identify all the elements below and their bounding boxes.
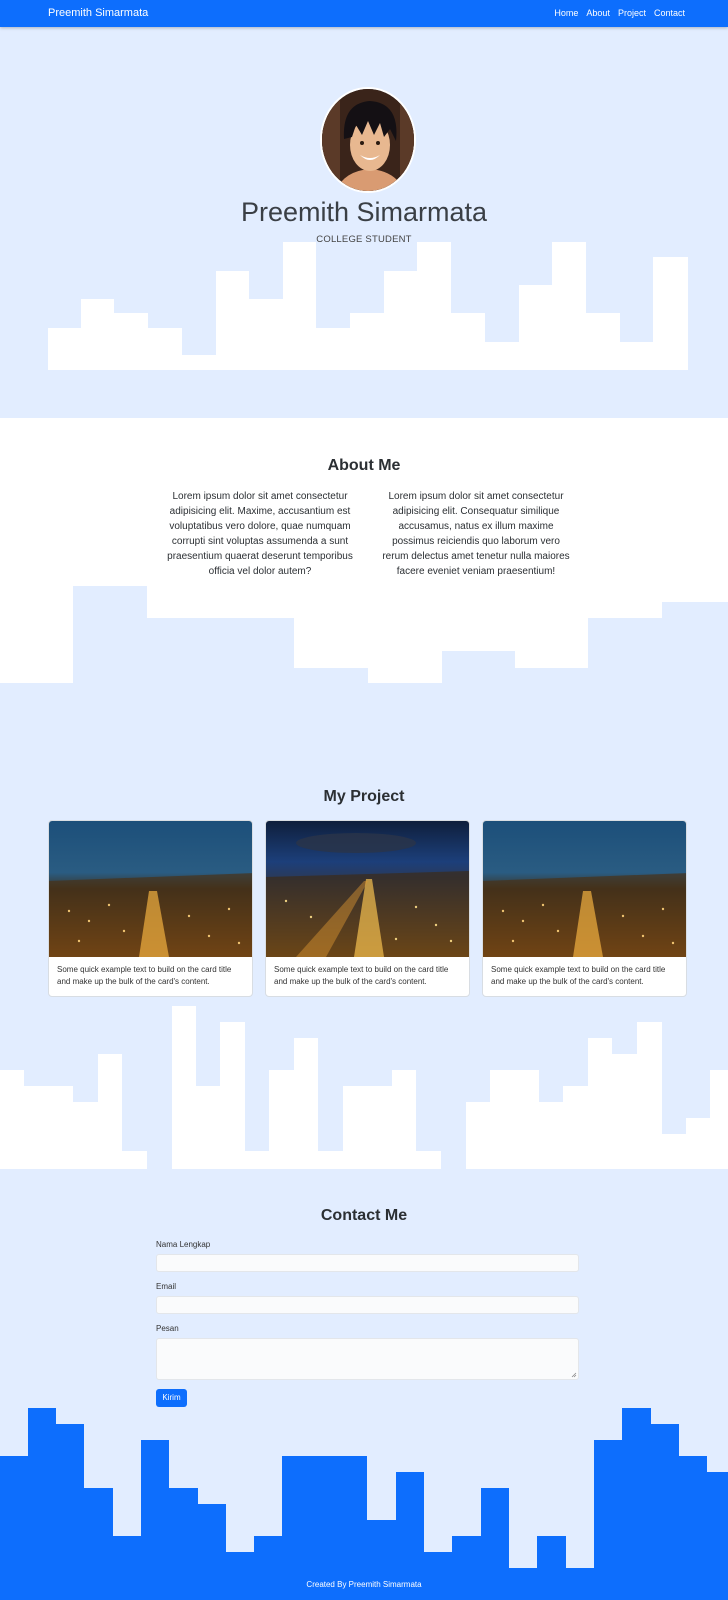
nav-links: Home About Project Contact [554, 8, 685, 18]
about-skyline-decoration [0, 586, 728, 750]
nav-project-link[interactable]: Project [618, 8, 646, 18]
card-text: Some quick example text to build on the … [491, 965, 666, 986]
navbar-brand[interactable]: Preemith Simarmata [48, 7, 148, 19]
message-textarea[interactable] [156, 1338, 579, 1380]
hero-skyline-decoration [48, 242, 688, 370]
email-field[interactable] [156, 1296, 579, 1314]
submit-button[interactable]: Kirim [156, 1389, 187, 1407]
hero-section: Preemith Simarmata COLLEGE STUDENT [0, 27, 728, 418]
name-field[interactable] [156, 1254, 579, 1272]
nav-about-link[interactable]: About [586, 8, 610, 18]
project-card[interactable]: Some quick example text to build on the … [482, 820, 687, 997]
navbar: Preemith Simarmata Home About Project Co… [0, 0, 728, 27]
card-text: Some quick example text to build on the … [57, 965, 232, 986]
footer-text: Created By Preemith Simarmata [306, 1580, 422, 1589]
about-paragraph-right: Lorem ipsum dolor sit amet consectetur a… [382, 491, 570, 577]
footer-skyline-decoration [0, 1408, 728, 1600]
nav-contact-link[interactable]: Contact [654, 8, 685, 18]
project-card[interactable]: Some quick example text to build on the … [48, 820, 253, 997]
card-text: Some quick example text to build on the … [274, 965, 449, 986]
email-label: Email [156, 1282, 177, 1291]
resize-handle-icon[interactable] [571, 1372, 577, 1378]
nav-home-link[interactable]: Home [554, 8, 578, 18]
city-night-photo-icon [483, 821, 686, 957]
message-label: Pesan [156, 1324, 179, 1333]
city-night-photo-icon [266, 821, 469, 957]
project-card[interactable]: Some quick example text to build on the … [265, 820, 470, 997]
project-title: My Project [323, 788, 405, 805]
about-paragraph-left: Lorem ipsum dolor sit amet consectetur a… [167, 491, 353, 577]
about-title: About Me [327, 457, 401, 474]
project-skyline-decoration [0, 1006, 728, 1169]
city-night-photo-icon [49, 821, 252, 957]
contact-title: Contact Me [320, 1207, 408, 1224]
name-label: Nama Lengkap [156, 1240, 211, 1249]
